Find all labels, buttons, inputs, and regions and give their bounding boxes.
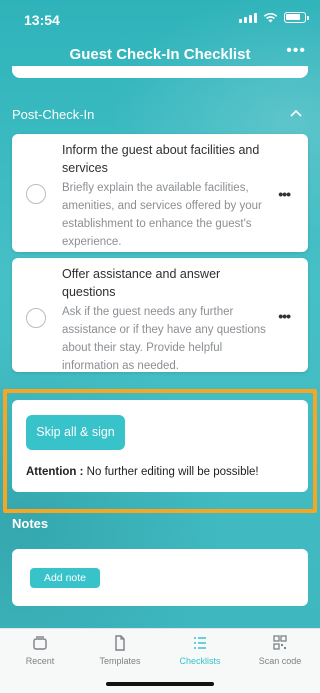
- status-time: 13:54: [24, 12, 60, 28]
- section-title: Post-Check-In: [12, 107, 95, 122]
- notes-title: Notes: [12, 516, 49, 531]
- signal-icon: [239, 12, 257, 23]
- more-horizontal-icon[interactable]: •••: [278, 186, 291, 202]
- attention-text: No further editing will be possible!: [83, 466, 259, 478]
- previous-card: [12, 66, 308, 78]
- chevron-up-icon[interactable]: [290, 106, 302, 120]
- task-description: Ask if the guest needs any further assis…: [62, 306, 266, 372]
- home-indicator: [106, 682, 214, 686]
- section-header[interactable]: Post-Check-In: [12, 107, 308, 122]
- attention-label: Attention :: [26, 466, 84, 478]
- task-description: Briefly explain the available facilities…: [62, 182, 262, 248]
- folder-icon: [33, 636, 47, 650]
- task-title: Offer assistance and answer questions: [62, 267, 221, 299]
- status-bar: 13:54: [0, 0, 320, 38]
- wifi-icon: [263, 12, 278, 23]
- add-note-button[interactable]: Add note: [30, 568, 100, 588]
- task-checkbox[interactable]: [26, 308, 46, 328]
- task-checkbox[interactable]: [26, 184, 46, 204]
- document-icon: [115, 635, 125, 651]
- battery-icon: [284, 12, 309, 23]
- page-title: Guest Check-In Checklist: [69, 46, 251, 63]
- tab-recent[interactable]: Recent: [0, 635, 80, 666]
- qr-code-icon: [273, 635, 287, 650]
- tab-templates[interactable]: Templates: [80, 635, 160, 666]
- notes-card: Add note: [12, 549, 308, 606]
- skip-all-sign-button[interactable]: Skip all & sign: [26, 415, 125, 450]
- tab-label: Checklists: [179, 656, 221, 666]
- sign-card: Skip all & sign Attention : No further e…: [12, 400, 308, 492]
- tab-label: Templates: [99, 656, 141, 666]
- attention-message: Attention : No further editing will be p…: [26, 466, 259, 478]
- tab-checklists[interactable]: Checklists: [160, 635, 240, 666]
- task-card[interactable]: Offer assistance and answer questions As…: [12, 258, 308, 372]
- more-horizontal-icon[interactable]: •••: [278, 308, 291, 324]
- task-card[interactable]: Inform the guest about facilities and se…: [12, 134, 308, 252]
- tab-label: Recent: [25, 656, 55, 666]
- list-icon: [194, 637, 206, 649]
- task-title: Inform the guest about facilities and se…: [62, 143, 260, 175]
- tab-label: Scan code: [258, 656, 302, 666]
- more-horizontal-icon[interactable]: •••: [286, 42, 306, 60]
- tab-scan-code[interactable]: Scan code: [240, 635, 320, 666]
